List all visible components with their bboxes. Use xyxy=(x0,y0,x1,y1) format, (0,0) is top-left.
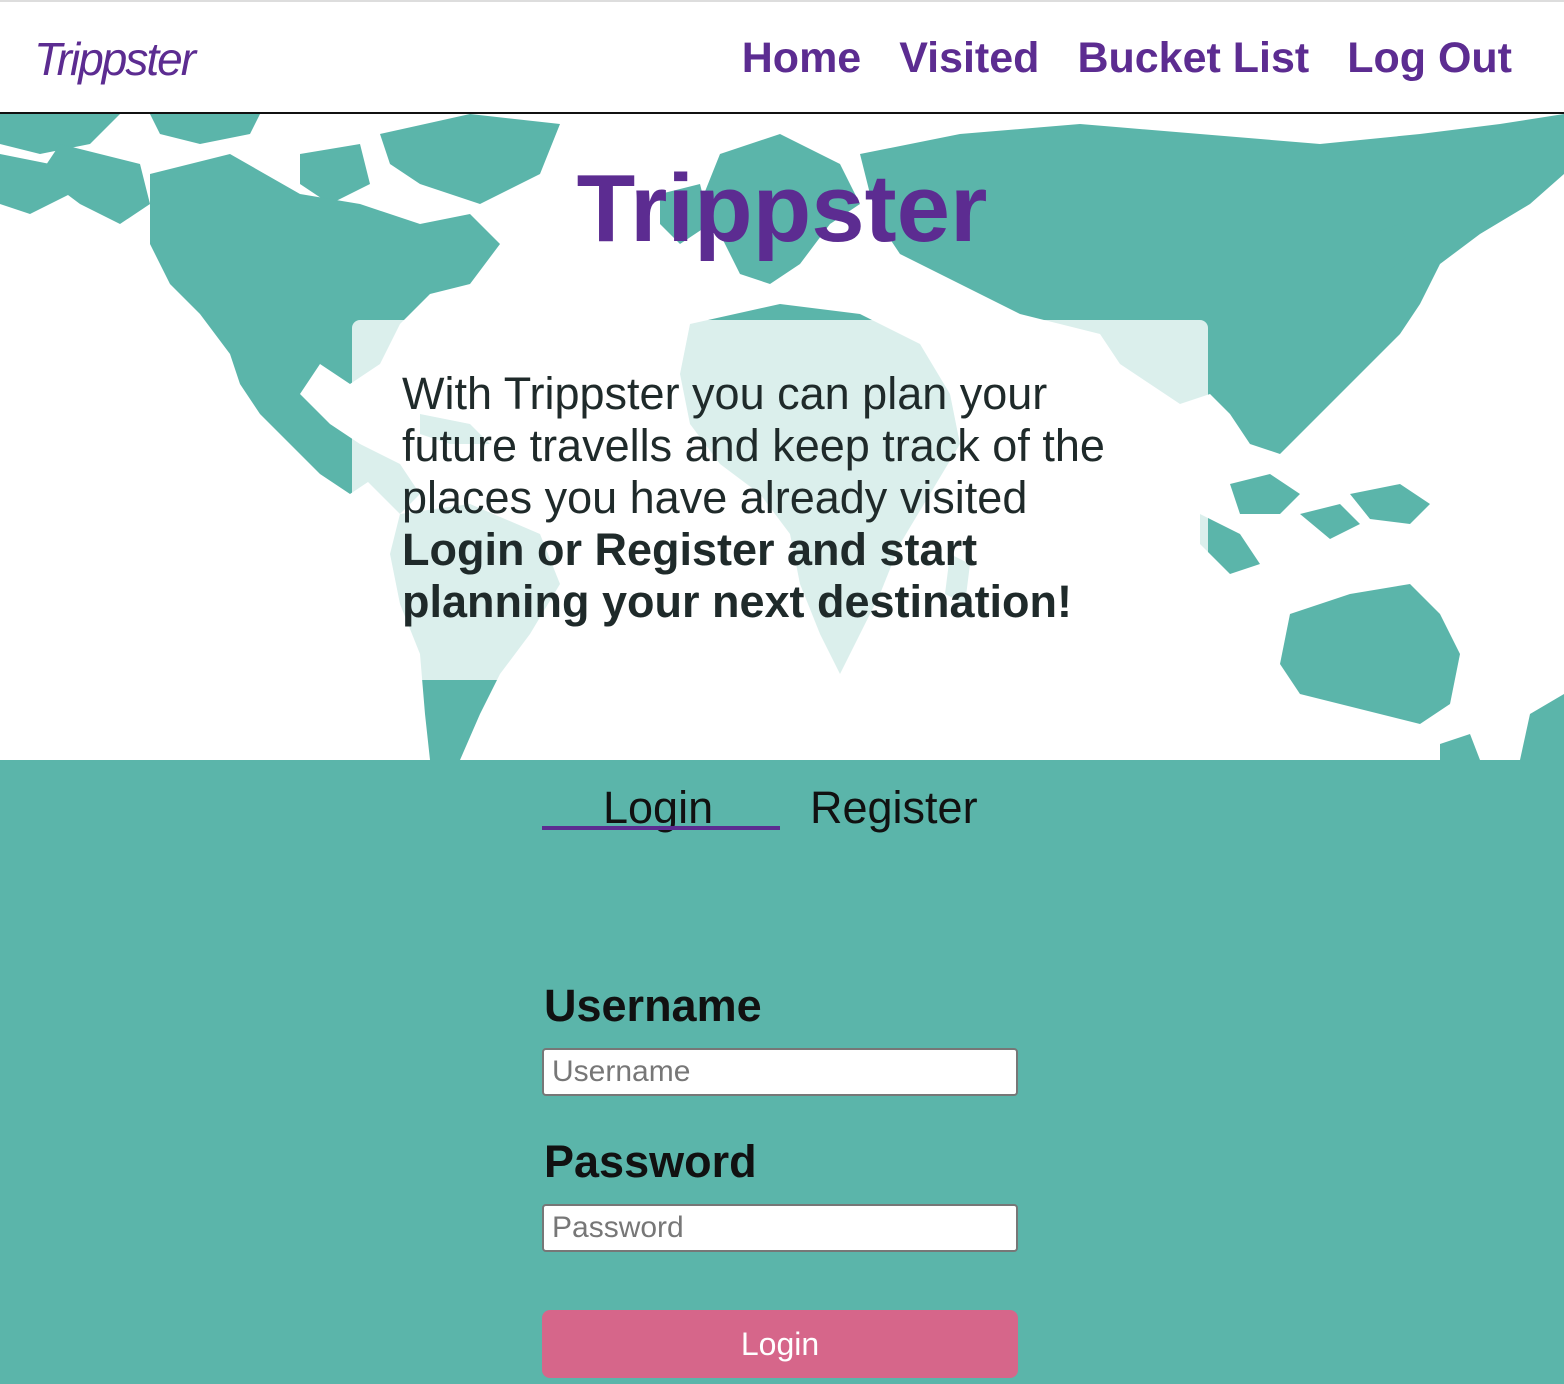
intro-description: With Trippster you can plan your future … xyxy=(402,368,1105,523)
brand-logo[interactable]: Trippster xyxy=(34,32,196,86)
hero-title: Trippster xyxy=(576,155,988,262)
nav-visited-link[interactable]: Visited xyxy=(899,34,1039,83)
password-label: Password xyxy=(544,1136,757,1187)
main-nav: Home Visited Bucket List Log Out xyxy=(742,34,1512,83)
hero-section: Trippster With Trippster you can plan yo… xyxy=(0,114,1564,760)
tab-login[interactable]: Login xyxy=(542,782,780,833)
password-input[interactable] xyxy=(542,1204,1018,1252)
intro-call-to-action: Login or Register and start planning you… xyxy=(402,524,1073,627)
auth-section: Login Register Username Password Login xyxy=(0,760,1564,1384)
login-button[interactable]: Login xyxy=(542,1310,1018,1378)
tab-register[interactable]: Register xyxy=(810,782,978,833)
active-tab-indicator xyxy=(542,826,780,830)
username-label: Username xyxy=(544,980,762,1031)
username-input[interactable] xyxy=(542,1048,1018,1096)
intro-text: With Trippster you can plan your future … xyxy=(402,368,1158,628)
nav-log-out-link[interactable]: Log Out xyxy=(1347,34,1512,83)
nav-bucket-list-link[interactable]: Bucket List xyxy=(1077,34,1309,83)
intro-card: With Trippster you can plan your future … xyxy=(352,320,1208,680)
nav-home-link[interactable]: Home xyxy=(742,34,861,83)
top-navbar: Trippster Home Visited Bucket List Log O… xyxy=(0,0,1564,114)
